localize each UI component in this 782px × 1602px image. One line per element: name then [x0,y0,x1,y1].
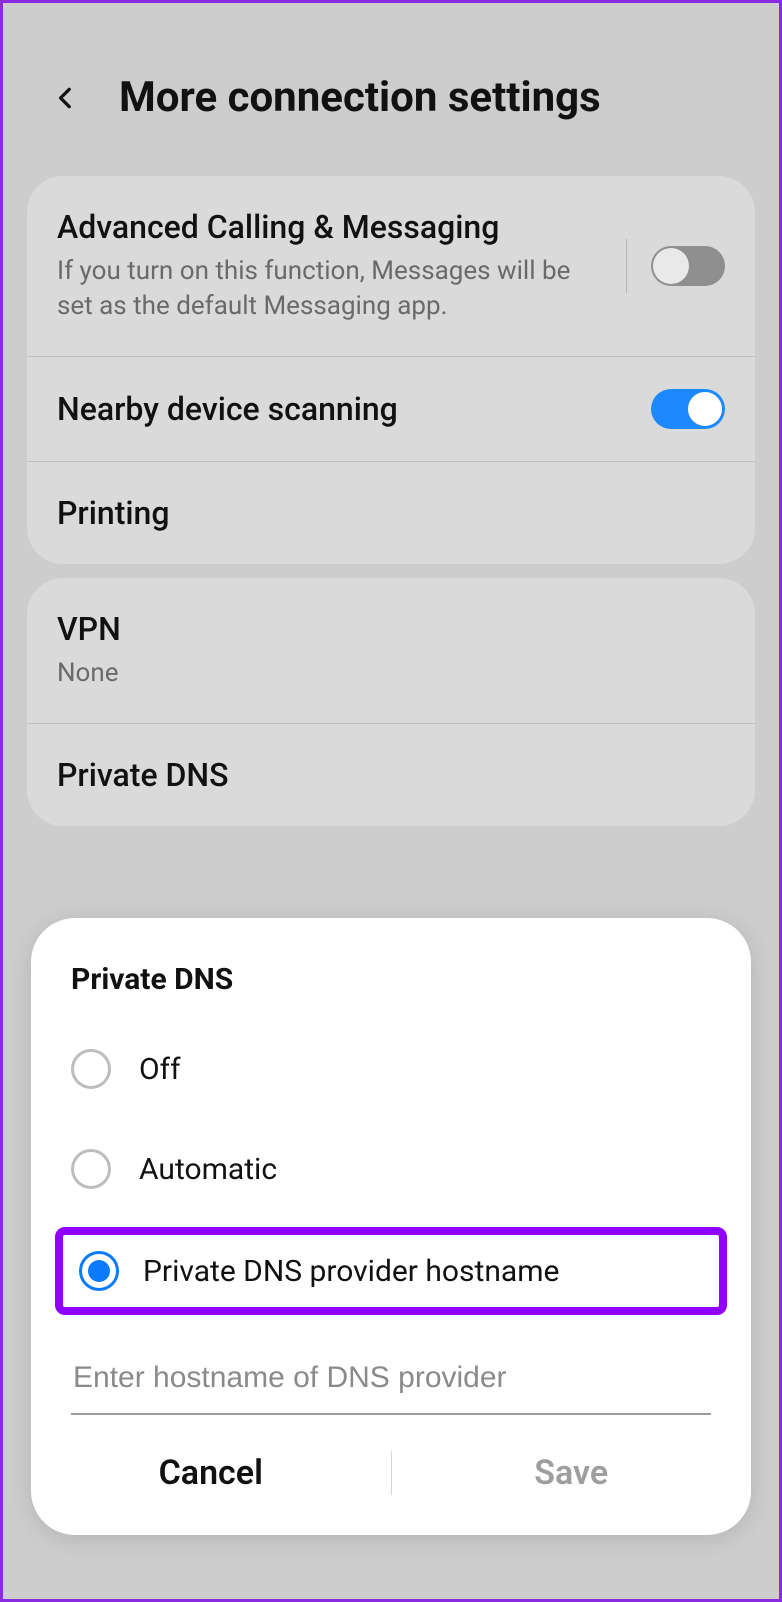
printing-row[interactable]: Printing [27,462,755,564]
radio-automatic-label: Automatic [139,1152,277,1187]
page-title: More connection settings [119,73,601,122]
nearby-scanning-title: Nearby device scanning [57,390,651,428]
private-dns-title: Private DNS [57,756,725,794]
back-icon[interactable] [53,85,79,111]
radio-off-label: Off [139,1052,181,1087]
radio-off-button[interactable] [71,1049,111,1089]
vpn-sub: None [57,656,725,691]
vpn-row[interactable]: VPN None [27,578,755,724]
cancel-button[interactable]: Cancel [31,1453,391,1493]
radio-automatic[interactable]: Automatic [31,1119,751,1219]
private-dns-dialog: Private DNS Off Automatic Private DNS pr… [31,918,751,1535]
radio-automatic-button[interactable] [71,1149,111,1189]
nearby-scanning-row[interactable]: Nearby device scanning [27,357,755,462]
vpn-title: VPN [57,610,725,648]
settings-card-1: Advanced Calling & Messaging If you turn… [27,176,755,564]
advanced-calling-title: Advanced Calling & Messaging [57,208,602,246]
advanced-calling-sub: If you turn on this function, Messages w… [57,254,602,324]
private-dns-row[interactable]: Private DNS [27,724,755,826]
radio-hostname[interactable]: Private DNS provider hostname [55,1227,727,1315]
radio-hostname-label: Private DNS provider hostname [143,1254,559,1289]
dialog-title: Private DNS [31,962,751,1019]
printing-title: Printing [57,494,725,532]
nearby-scanning-toggle[interactable] [651,389,725,429]
divider [626,239,627,293]
dialog-buttons: Cancel Save [31,1421,751,1523]
advanced-calling-row[interactable]: Advanced Calling & Messaging If you turn… [27,176,755,357]
page-header: More connection settings [3,3,779,162]
hostname-input-wrap [31,1323,751,1421]
settings-card-2: VPN None Private DNS [27,578,755,826]
save-button[interactable]: Save [392,1453,752,1493]
advanced-calling-toggle[interactable] [651,246,725,286]
radio-hostname-button[interactable] [79,1251,119,1291]
hostname-input[interactable] [71,1343,711,1415]
radio-off[interactable]: Off [31,1019,751,1119]
